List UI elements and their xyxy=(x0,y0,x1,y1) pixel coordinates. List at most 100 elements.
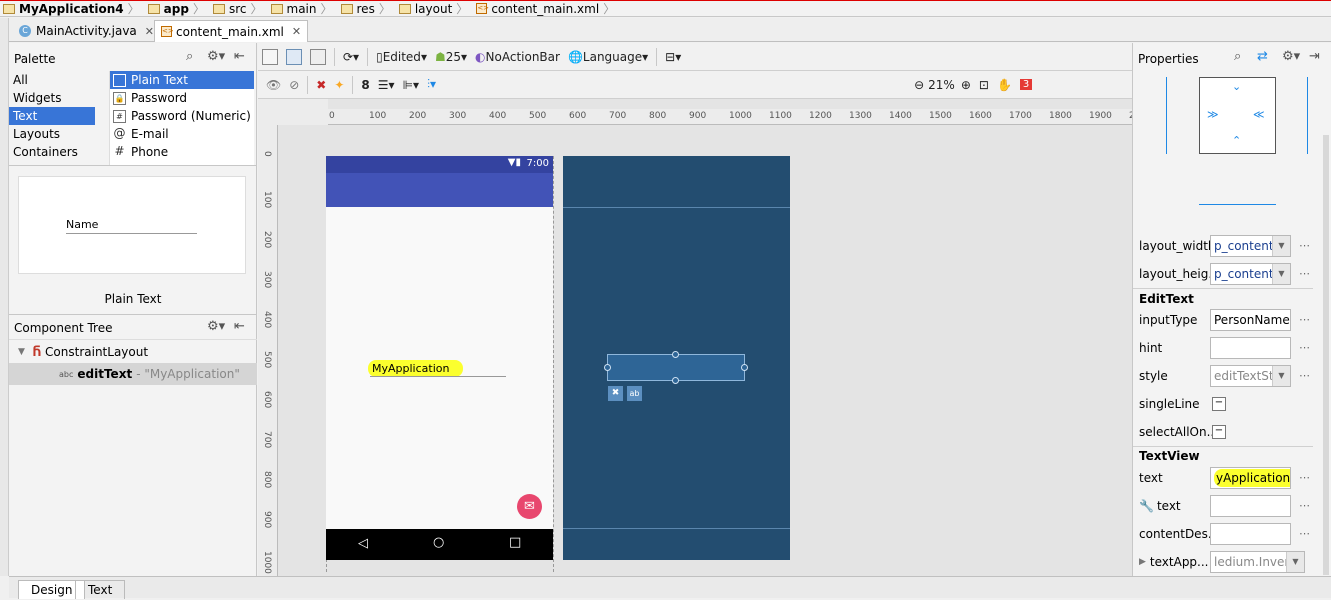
blueprint-mode-icon[interactable] xyxy=(286,48,302,65)
both-mode-icon[interactable] xyxy=(310,48,326,65)
zoom-fit-icon[interactable]: ⊡ xyxy=(979,78,989,92)
pan-icon[interactable]: ✋ xyxy=(997,78,1012,92)
textappearance-select[interactable]: ledium.Inverse ▼ xyxy=(1210,551,1305,573)
text-field[interactable]: yApplication xyxy=(1210,467,1291,489)
recents-icon[interactable]: □ xyxy=(509,535,521,550)
folder-icon xyxy=(340,3,353,14)
breadcrumb-file[interactable]: <> content_main.xml 〉 xyxy=(473,0,620,17)
inputtype-field[interactable]: PersonName xyxy=(1210,309,1291,331)
email-fab-icon[interactable]: ✉ xyxy=(517,494,542,519)
palette-item-plain-text[interactable]: Plain Text xyxy=(110,71,254,89)
tree-row-edittext[interactable]: abc editText - "MyApplication" xyxy=(9,363,257,385)
style-select[interactable]: editTextSty ▼ xyxy=(1210,365,1291,387)
swap-view-icon[interactable]: ⇄ xyxy=(1257,49,1268,64)
tree-row-constraintlayout[interactable]: ▼ Ⴌ ConstraintLayout xyxy=(9,341,257,363)
edittext-icon: abc xyxy=(59,369,74,379)
guidelines-icon[interactable]: ⫶▾ xyxy=(427,77,436,92)
layout-variants-icon[interactable]: ⊟▾ xyxy=(665,50,681,64)
breadcrumb-src[interactable]: src 〉 xyxy=(210,0,268,17)
api-dropdown[interactable]: ☗ 25 ▾ xyxy=(435,50,467,64)
expand-triangle-icon[interactable]: ▼ xyxy=(18,347,25,357)
palette-category-all[interactable]: All xyxy=(9,71,109,89)
zoom-out-icon[interactable]: ⊖ xyxy=(914,78,924,92)
home-icon[interactable]: ○ xyxy=(433,535,444,550)
palette-category-layouts[interactable]: Layouts xyxy=(9,125,109,143)
theme-dropdown[interactable]: ◐ NoActionBar xyxy=(475,50,560,64)
palette-item-password[interactable]: 🔒 Password xyxy=(110,89,254,107)
close-icon[interactable]: ✕ xyxy=(145,25,154,38)
expand-triangle-icon[interactable]: ▶ xyxy=(1139,557,1146,567)
search-icon[interactable]: ⌕ xyxy=(186,49,193,64)
gear-icon[interactable]: ⚙▾ xyxy=(1282,49,1300,64)
align-icon[interactable]: ⊫▾ xyxy=(403,78,419,92)
more-icon[interactable]: ⋯ xyxy=(1299,313,1310,326)
palette-category-containers[interactable]: Containers xyxy=(9,143,109,161)
left-tool-strip[interactable] xyxy=(0,18,9,576)
collapse-icon[interactable]: ⇤ xyxy=(234,319,245,334)
tab-content-main[interactable]: <> content_main.xml ✕ xyxy=(154,20,309,42)
palette-categories: All Widgets Text Layouts Containers xyxy=(9,71,109,161)
infer-constraints-icon[interactable]: ✦ xyxy=(334,78,344,92)
properties-title: Properties xyxy=(1138,52,1199,66)
baseline-icon[interactable]: ab xyxy=(627,386,642,401)
gear-icon[interactable]: ⚙▾ xyxy=(207,319,225,334)
design-mode-icon[interactable] xyxy=(262,48,278,65)
pack-icon[interactable]: ☰▾ xyxy=(378,78,395,92)
collapse-icon[interactable]: ⇤ xyxy=(234,49,245,64)
more-icon[interactable]: ⋯ xyxy=(1299,341,1310,354)
more-icon[interactable]: ⋯ xyxy=(1299,267,1310,280)
palette-category-widgets[interactable]: Widgets xyxy=(9,89,109,107)
more-icon[interactable]: ⋯ xyxy=(1299,471,1310,484)
more-icon[interactable]: ⋯ xyxy=(1299,527,1310,540)
breadcrumb-main[interactable]: main 〉 xyxy=(268,0,338,17)
autoconnect-icon[interactable]: ⊘ xyxy=(289,78,299,92)
palette-item-email[interactable]: @ E-mail xyxy=(110,125,254,143)
tab-mainactivity[interactable]: C MainActivity.java ✕ xyxy=(13,20,160,42)
collapse-icon[interactable]: ⇥ xyxy=(1309,49,1320,64)
palette-category-text[interactable]: Text xyxy=(9,107,95,125)
hint-field[interactable] xyxy=(1210,337,1291,359)
back-icon[interactable]: ◁ xyxy=(358,536,368,551)
more-icon[interactable]: ⋯ xyxy=(1299,499,1310,512)
more-icon[interactable]: ⋯ xyxy=(1299,239,1310,252)
singleline-checkbox[interactable]: − xyxy=(1212,397,1226,411)
warnings-badge[interactable]: 3 xyxy=(1019,79,1033,90)
palette-item-password-numeric[interactable]: # Password (Numeric) xyxy=(110,107,254,125)
search-icon[interactable]: ⌕ xyxy=(1234,49,1241,64)
breadcrumb-res[interactable]: res 〉 xyxy=(338,0,396,17)
delete-constraints-icon[interactable]: ✖ xyxy=(608,386,623,401)
chevron-right-icon: ≫ xyxy=(1207,108,1219,121)
language-dropdown[interactable]: 🌐 Language ▾ xyxy=(568,50,648,64)
gear-icon[interactable]: ⚙▾ xyxy=(207,49,225,64)
more-icon[interactable]: ⋯ xyxy=(1299,369,1310,382)
device-dropdown[interactable]: ▯ Edited ▾ xyxy=(376,50,427,64)
close-icon[interactable]: ✕ xyxy=(292,25,301,38)
status-bar: 7:00 ▼▮ xyxy=(326,156,553,173)
zoom-level: 21% xyxy=(928,77,955,92)
contentdescription-field[interactable] xyxy=(1210,523,1291,545)
preview-edittext[interactable]: MyApplication xyxy=(368,360,464,377)
ruler-top-label: 1200 xyxy=(809,111,832,121)
palette-item-phone[interactable]: # Phone xyxy=(110,143,254,161)
blueprint-preview[interactable]: ✖ ab xyxy=(563,156,790,560)
design-preview[interactable]: 7:00 ▼▮ MyApplication ✉ ◁ ○ □ xyxy=(326,156,553,560)
orientation-icon[interactable]: ⟳▾ xyxy=(343,50,359,64)
layout-height-select[interactable]: p_content ▼ xyxy=(1210,263,1291,285)
breadcrumb-layout[interactable]: layout 〉 xyxy=(396,0,473,17)
clear-constraints-icon[interactable]: ✖ xyxy=(316,78,326,92)
selectall-checkbox[interactable]: − xyxy=(1212,425,1226,439)
layout-width-select[interactable]: p_content ▼ xyxy=(1210,235,1291,257)
tools-text-field[interactable] xyxy=(1210,495,1291,517)
breadcrumb-project[interactable]: MyApplication4 〉 xyxy=(0,0,145,17)
default-margin[interactable]: 8 xyxy=(361,78,369,92)
show-constraints-icon[interactable]: 👁 xyxy=(266,78,281,92)
ruler-left-label: 1000 xyxy=(262,551,272,574)
ruler-top-label: 1400 xyxy=(889,111,912,121)
tab-text[interactable]: Text xyxy=(75,580,126,599)
dropdown-arrow-icon: ▼ xyxy=(1272,366,1290,386)
palette-title: Palette xyxy=(14,52,56,66)
ruler-top-label: 1100 xyxy=(769,111,792,121)
constraint-widget[interactable]: ⌄ ≫ ≪ ⌃ xyxy=(1199,77,1276,154)
breadcrumb-app[interactable]: app 〉 xyxy=(145,0,210,17)
zoom-in-icon[interactable]: ⊕ xyxy=(961,78,971,92)
